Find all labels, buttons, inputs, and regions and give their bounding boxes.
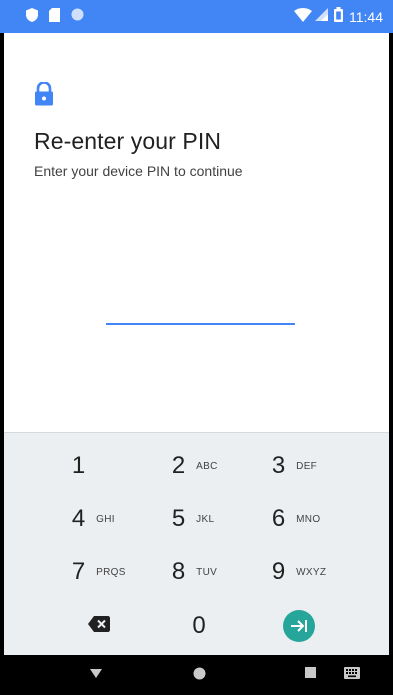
key-6[interactable]: 6 MNO <box>244 494 354 544</box>
key-4[interactable]: 4 GHI <box>44 494 154 544</box>
status-bar-left <box>26 7 95 27</box>
key-letters: GHI <box>96 513 115 525</box>
lock-icon <box>34 81 54 106</box>
wifi-icon <box>294 7 312 27</box>
key-letters: TUV <box>196 566 218 578</box>
key-9[interactable]: 9 WXYZ <box>244 547 354 597</box>
home-icon[interactable] <box>193 667 206 680</box>
back-icon[interactable] <box>90 667 102 679</box>
key-digit: 4 <box>71 505 86 532</box>
key-letters: ABC <box>196 460 218 472</box>
key-digit: 3 <box>271 452 286 479</box>
key-7[interactable]: 7 PRQS <box>44 547 154 597</box>
key-letters: DEF <box>296 460 318 472</box>
key-1[interactable]: 1 <box>44 441 154 491</box>
status-bar-right: 11:44 <box>294 7 383 27</box>
key-digit: 5 <box>171 505 186 532</box>
page-title: Re-enter your PIN <box>34 128 222 154</box>
status-bar: 11:44 <box>0 0 393 33</box>
key-letters: PRQS <box>96 566 126 578</box>
key-8[interactable]: 8 TUV <box>144 547 254 597</box>
battery-icon <box>334 7 343 27</box>
shield-icon <box>26 7 38 27</box>
key-digit: 2 <box>171 452 186 479</box>
key-digit: 9 <box>271 558 286 585</box>
key-letters: MNO <box>296 513 321 525</box>
key-3[interactable]: 3 DEF <box>244 441 354 491</box>
key-digit: 7 <box>71 558 86 585</box>
page-subtitle: Enter your device PIN to continue <box>34 163 243 179</box>
key-digit: 1 <box>71 452 86 479</box>
key-digit: 8 <box>171 558 186 585</box>
navigation-bar <box>0 655 393 695</box>
enter-arrow-icon <box>283 610 315 642</box>
circle-icon <box>71 8 84 26</box>
pin-input[interactable] <box>106 305 295 325</box>
status-time: 11:44 <box>349 9 383 25</box>
key-digit: 0 <box>192 612 206 639</box>
key-letters: WXYZ <box>296 566 327 578</box>
key-0[interactable]: 0 <box>144 601 254 651</box>
keyboard-icon[interactable] <box>344 667 360 679</box>
backspace-icon <box>88 615 110 637</box>
key-letters: JKL <box>196 513 215 525</box>
cell-signal-icon <box>315 8 328 26</box>
numeric-keypad: 1 2 ABC 3 DEF 4 GHI 5 JKL 6 MNO 7 PRQS 8… <box>4 432 389 655</box>
backspace-button[interactable] <box>44 601 154 651</box>
recents-icon[interactable] <box>305 667 316 678</box>
key-5[interactable]: 5 JKL <box>144 494 254 544</box>
key-2[interactable]: 2 ABC <box>144 441 254 491</box>
key-digit: 6 <box>271 505 286 532</box>
sd-card-icon <box>49 7 60 27</box>
enter-button[interactable] <box>244 601 354 651</box>
